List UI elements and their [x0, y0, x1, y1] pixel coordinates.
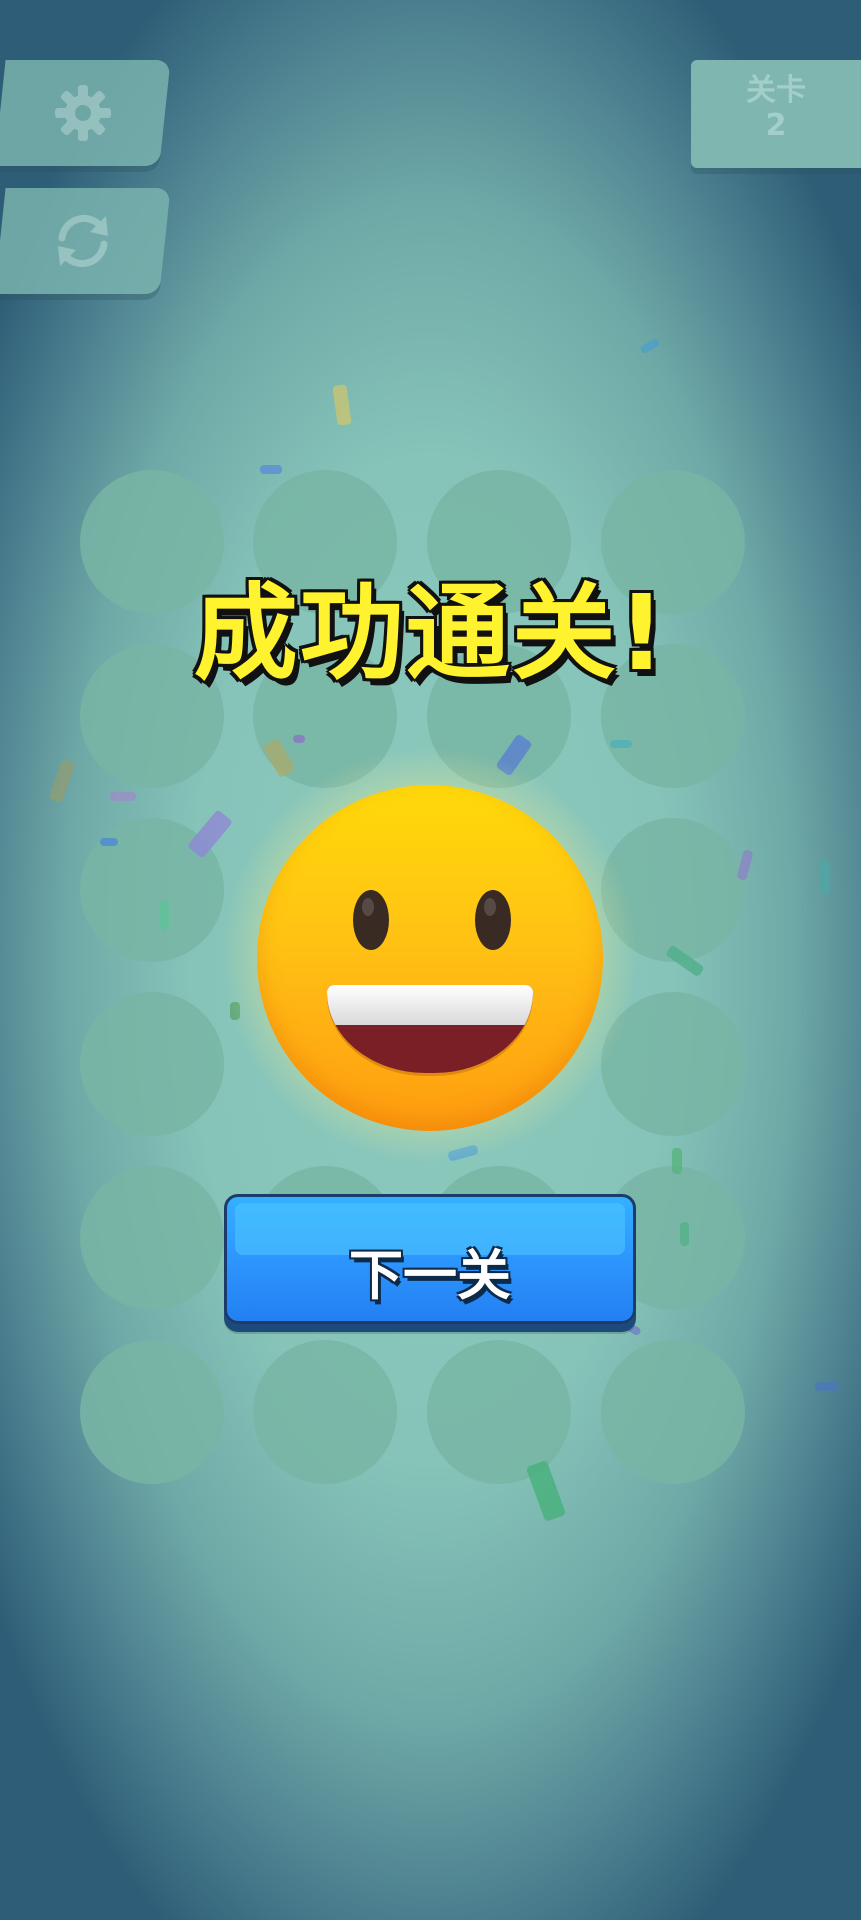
- confetti-piece: [672, 1148, 682, 1174]
- restart-button[interactable]: [0, 188, 171, 294]
- level-indicator: 关卡 2: [691, 60, 861, 168]
- confetti-piece: [160, 900, 169, 930]
- confetti-piece: [624, 1321, 642, 1337]
- board-slot: [80, 1166, 224, 1310]
- level-number: 2: [765, 108, 787, 143]
- confetti-piece: [332, 384, 352, 426]
- game-background: 关卡 2 成功通关! 下一关: [0, 0, 861, 1920]
- board-slot: [80, 992, 224, 1136]
- teeth: [327, 985, 533, 1025]
- board-slot: [427, 1340, 571, 1484]
- confetti-piece: [610, 740, 632, 748]
- right-eye: [475, 890, 511, 950]
- confetti-piece: [48, 758, 76, 804]
- settings-button[interactable]: [0, 60, 171, 166]
- next-level-label: 下一关: [349, 1244, 511, 1307]
- level-complete-title: 成功通关!: [193, 572, 668, 694]
- confetti-piece: [639, 337, 661, 355]
- left-eye: [353, 890, 389, 950]
- board-slot: [601, 1340, 745, 1484]
- next-level-button[interactable]: 下一关: [224, 1194, 636, 1324]
- confetti-piece: [293, 735, 305, 743]
- confetti-piece: [820, 860, 830, 894]
- board-slot: [253, 1340, 397, 1484]
- confetti-piece: [110, 792, 136, 801]
- smile-mouth: [327, 985, 533, 1073]
- level-label: 关卡: [746, 73, 806, 108]
- confetti-piece: [680, 1222, 689, 1246]
- confetti-piece: [736, 849, 754, 881]
- confetti-piece: [260, 465, 282, 474]
- confetti-piece: [525, 1459, 567, 1523]
- confetti-piece: [100, 838, 118, 846]
- grinning-face-icon: [257, 785, 603, 1131]
- restart-icon: [57, 215, 108, 267]
- board-slot: [80, 1340, 224, 1484]
- confetti-piece: [815, 1382, 839, 1391]
- gear-icon: [54, 85, 111, 141]
